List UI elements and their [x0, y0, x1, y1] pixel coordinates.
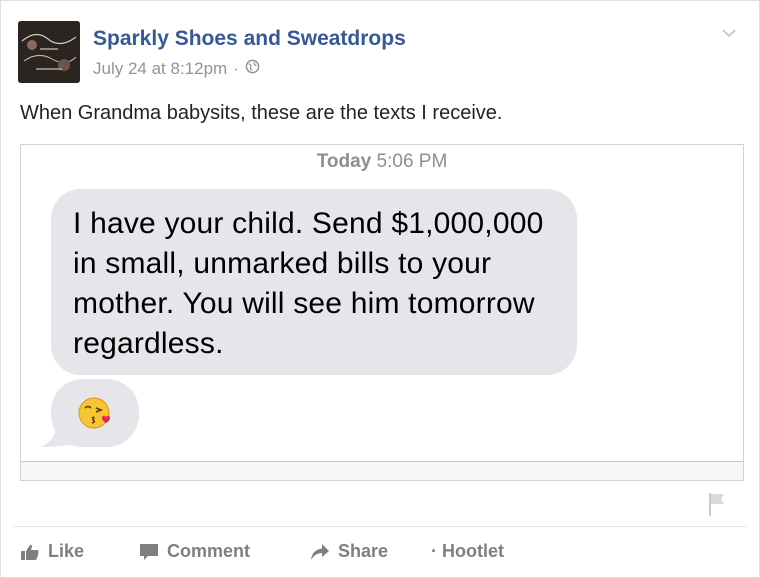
like-button[interactable]: Like — [20, 541, 84, 562]
screenshot-bottom-bar — [21, 461, 743, 480]
share-button[interactable]: Share — [310, 541, 388, 562]
flag-icon[interactable] — [707, 491, 727, 517]
hootlet-button[interactable]: · Hootlet — [431, 541, 504, 562]
comment-icon — [140, 543, 158, 560]
post-meta: July 24 at 8:12pm · — [93, 59, 260, 79]
kissing-face-heart-icon — [76, 393, 116, 433]
meta-separator: · — [233, 59, 239, 78]
text-message-screenshot[interactable]: Today 5:06 PM I have your child. Send $1… — [20, 144, 744, 481]
message-day: Today — [316, 151, 372, 172]
post-card: Sparkly Shoes and Sweatdrops July 24 at … — [0, 0, 760, 578]
post-timestamp[interactable]: July 24 at 8:12pm — [93, 59, 227, 79]
page-name-link[interactable]: Sparkly Shoes and Sweatdrops — [93, 27, 406, 51]
like-label: Like — [48, 541, 85, 561]
thumbs-up-icon — [21, 544, 39, 560]
actions-divider — [13, 526, 747, 527]
globe-icon[interactable] — [245, 59, 260, 79]
chevron-down-icon[interactable] — [719, 23, 739, 43]
message-text: I have your child. Send $1,000,000 in sm… — [73, 207, 544, 360]
comment-label: Comment — [167, 541, 251, 561]
comment-button[interactable]: Comment — [139, 541, 250, 562]
share-icon — [311, 543, 329, 560]
post-caption: When Grandma babysits, these are the tex… — [20, 102, 503, 124]
hootlet-label: · Hootlet — [431, 541, 504, 561]
message-timestamp: Today 5:06 PM — [21, 151, 743, 173]
message-time: 5:06 PM — [376, 151, 448, 172]
page-avatar[interactable] — [18, 21, 80, 83]
share-label: Share — [338, 541, 389, 561]
